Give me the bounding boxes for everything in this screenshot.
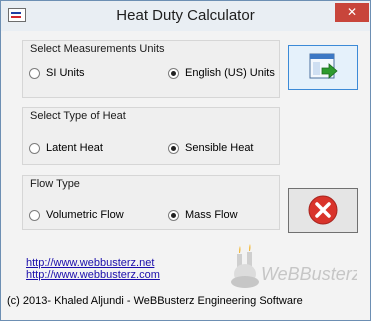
main-window: Heat Duty Calculator ✕ Select Measuremen…	[0, 0, 371, 321]
volumetric-flow-radio-circle[interactable]	[29, 209, 40, 221]
mass-flow-label: Mass Flow	[185, 209, 238, 221]
latent-heat-radio[interactable]: Latent Heat	[29, 142, 103, 154]
units-group: Select Measurements Units SI Units Engli…	[22, 40, 280, 98]
si-units-radio-circle[interactable]	[29, 67, 40, 79]
title-bar[interactable]: Heat Duty Calculator ✕	[1, 1, 370, 31]
flow-type-group-title: Flow Type	[30, 178, 80, 190]
units-group-title: Select Measurements Units	[30, 43, 165, 55]
sensible-heat-radio[interactable]: Sensible Heat	[168, 142, 254, 154]
red-x-icon	[308, 195, 338, 225]
english-units-radio-circle[interactable]	[168, 67, 179, 79]
webbusterz-logo: WeBBusterz	[227, 242, 361, 292]
latent-heat-label: Latent Heat	[46, 142, 103, 154]
logo-text: WeBBusterz	[261, 264, 357, 284]
window-arrow-icon	[309, 53, 338, 79]
mass-flow-radio-circle[interactable]	[168, 209, 179, 221]
english-units-label: English (US) Units	[185, 67, 275, 79]
sensible-heat-label: Sensible Heat	[185, 142, 254, 154]
si-units-label: SI Units	[46, 67, 85, 79]
volumetric-flow-label: Volumetric Flow	[46, 209, 124, 221]
link-webbusterz-com[interactable]: http://www.webbusterz.com	[26, 269, 160, 281]
window-title: Heat Duty Calculator	[116, 7, 255, 24]
latent-heat-radio-circle[interactable]	[29, 142, 40, 154]
mass-flow-radio[interactable]: Mass Flow	[168, 209, 238, 221]
copyright-footer: (c) 2013- Khaled Aljundi - WeBBusterz En…	[7, 295, 303, 307]
si-units-radio[interactable]: SI Units	[29, 67, 85, 79]
link-webbusterz-net[interactable]: http://www.webbusterz.net	[26, 257, 154, 269]
heat-type-group-title: Select Type of Heat	[30, 110, 126, 122]
calculate-button[interactable]	[288, 45, 358, 90]
flow-type-group: Flow Type Volumetric Flow Mass Flow	[22, 175, 280, 230]
heat-type-group: Select Type of Heat Latent Heat Sensible…	[22, 107, 280, 165]
sensible-heat-radio-circle[interactable]	[168, 142, 179, 154]
volumetric-flow-radio[interactable]: Volumetric Flow	[29, 209, 124, 221]
exit-button[interactable]	[288, 188, 358, 233]
english-units-radio[interactable]: English (US) Units	[168, 67, 275, 79]
close-button[interactable]: ✕	[335, 3, 369, 22]
